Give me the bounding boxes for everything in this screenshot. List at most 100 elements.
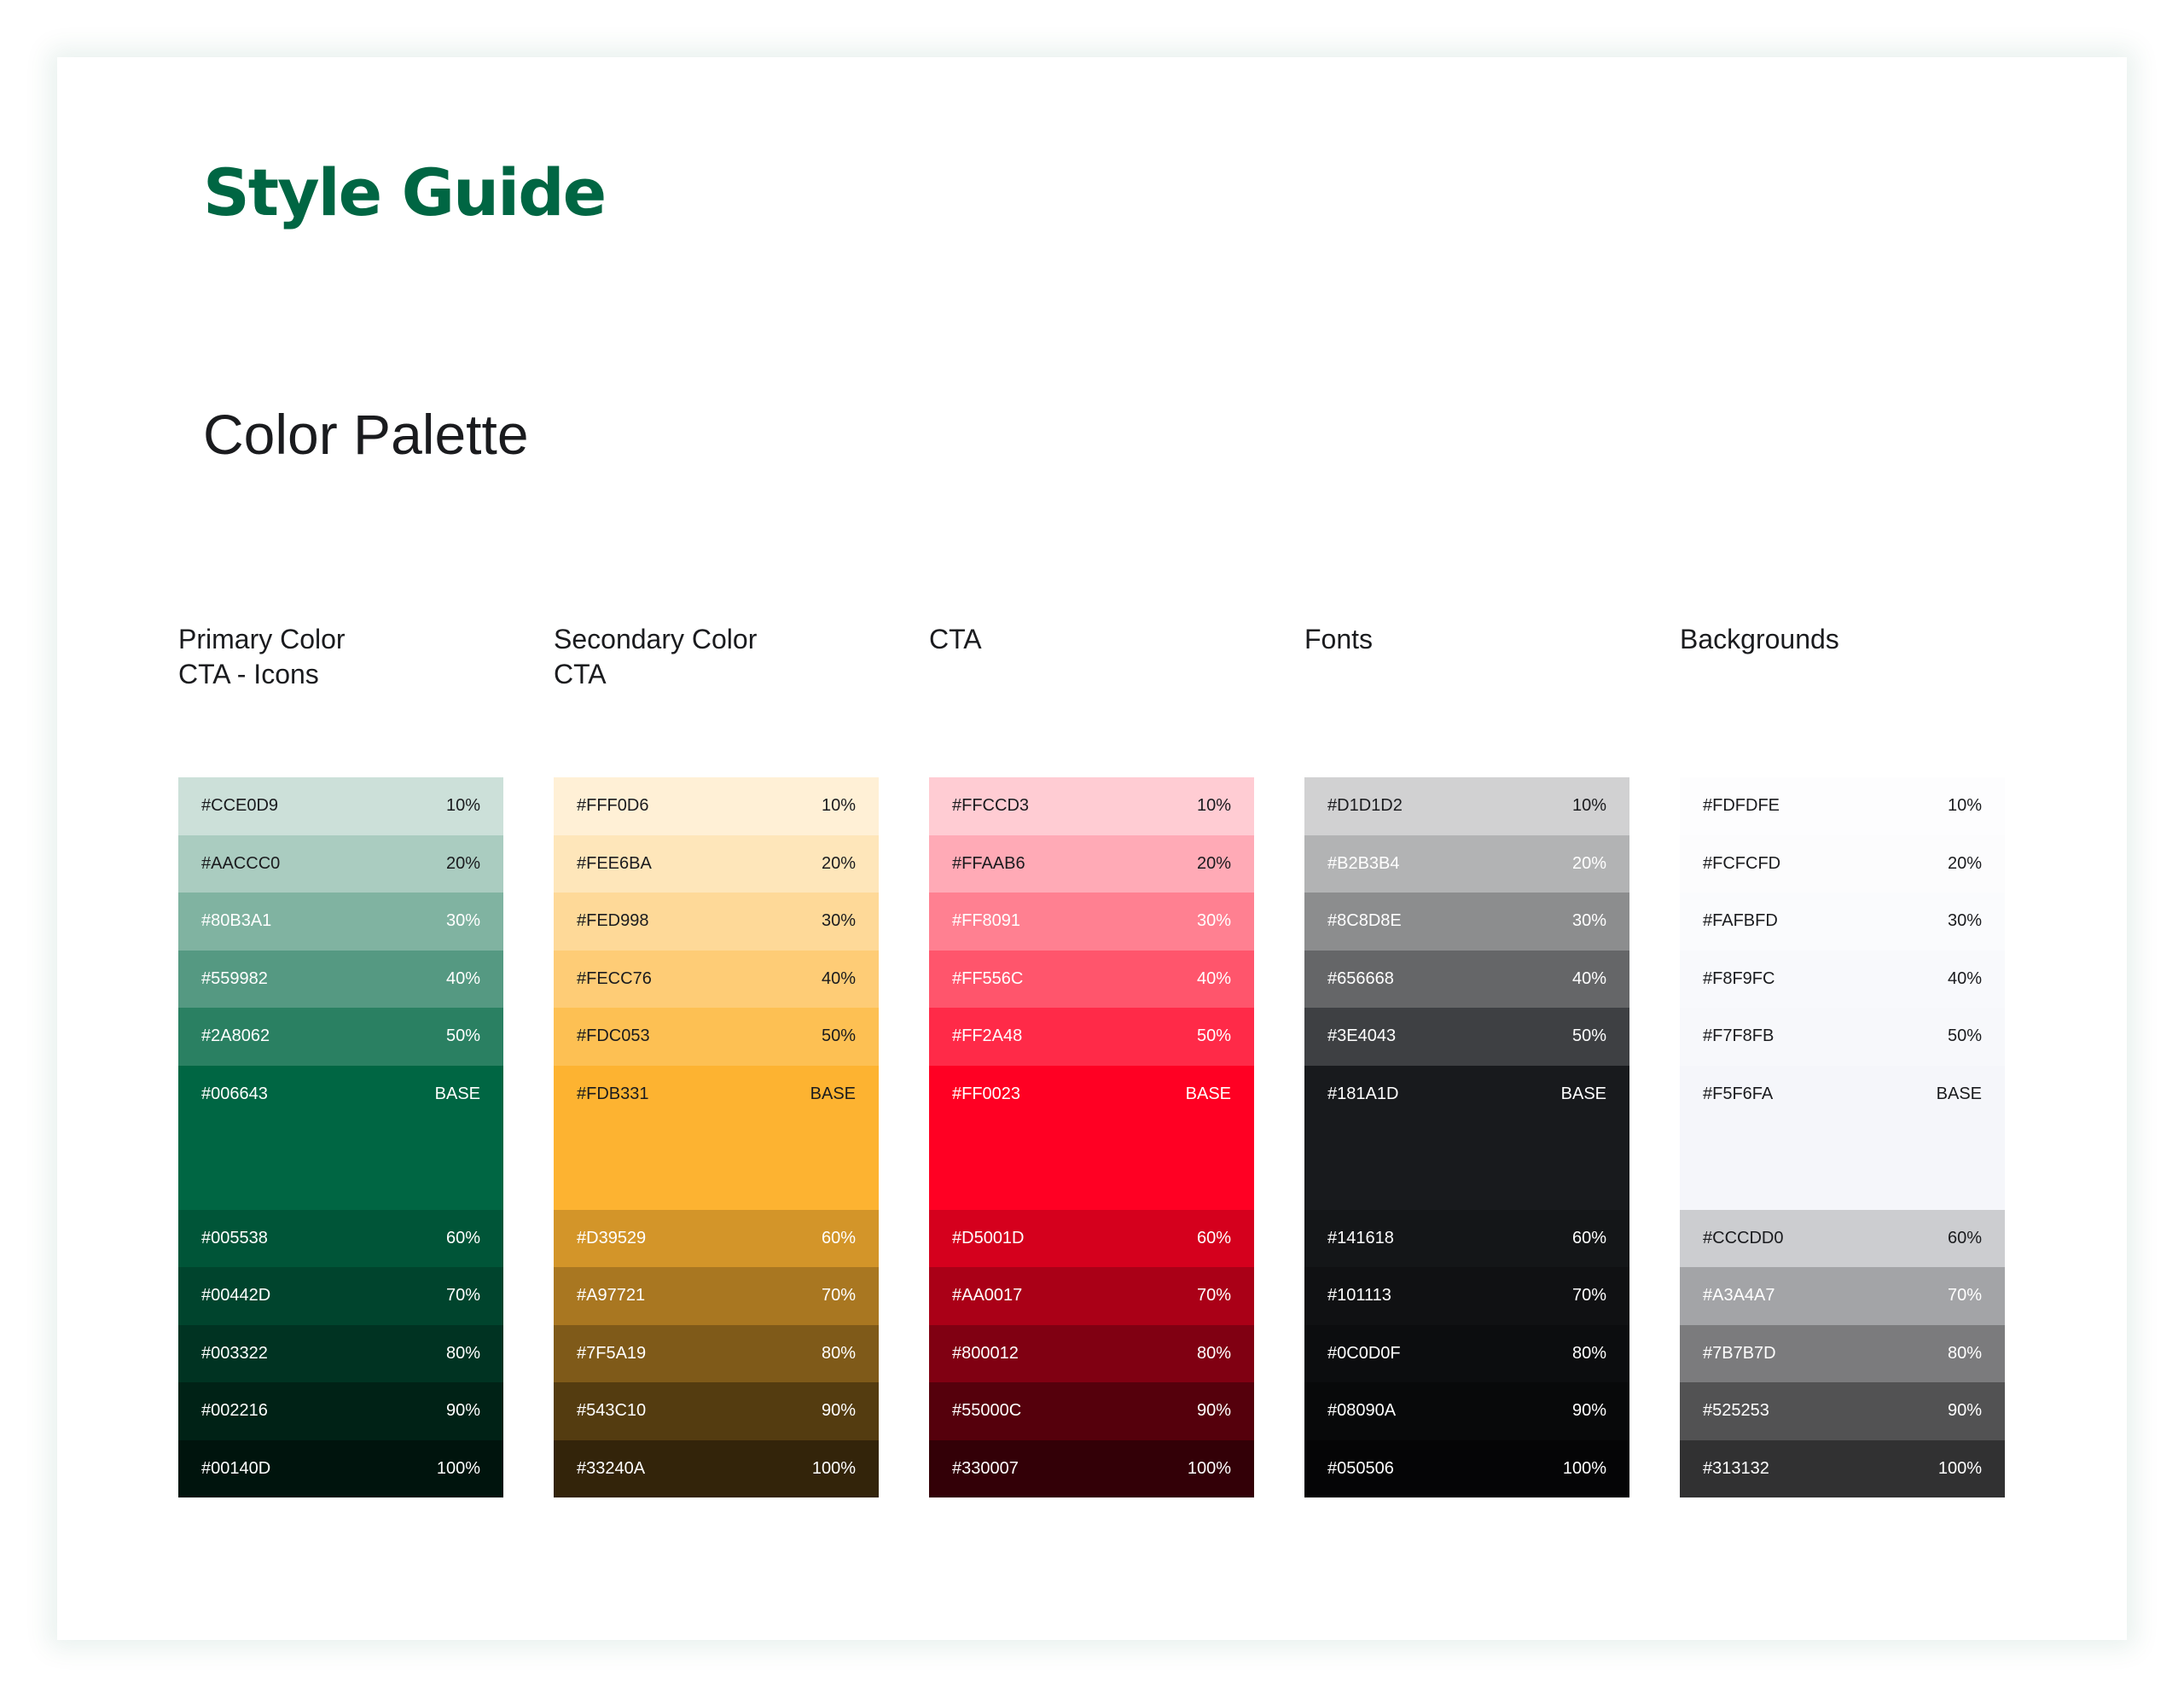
swatch: #FCFCFD 20% [1680, 834, 2005, 893]
swatch-label: BASE [434, 1084, 480, 1103]
swatch-base: #181A1D BASE [1304, 1065, 1629, 1210]
swatch: #F7F8FB 50% [1680, 1008, 2005, 1066]
swatch-list: #FFCCD3 10% #FFAAB6 20% #FF8091 30% #FF556C 40%… [929, 777, 1254, 1497]
swatch-hex: #AA0017 [952, 1286, 1023, 1305]
swatch: #543C10 90% [554, 1382, 879, 1440]
palette-heading: Fonts [1304, 622, 1629, 777]
swatch-label: BASE [1560, 1084, 1606, 1103]
swatch-label: 60% [821, 1228, 856, 1247]
swatch: #656668 40% [1304, 950, 1629, 1008]
swatch-hex: #00140D [201, 1458, 271, 1478]
swatch-hex: #F8F9FC [1703, 968, 1775, 988]
swatch-label: BASE [1936, 1084, 1982, 1103]
swatch: #AACCC0 20% [178, 834, 503, 893]
swatch-label: BASE [810, 1084, 856, 1103]
swatch: #FF2A48 50% [929, 1008, 1254, 1066]
swatch-label: 60% [445, 1228, 480, 1247]
swatch-label: 10% [821, 796, 856, 815]
swatch-list: #FDFDFE 10% #FCFCFD 20% #FAFBFD 30% #F8F9FC 40%… [1680, 777, 2005, 1497]
swatch: #FFCCD3 10% [929, 777, 1254, 835]
swatch-hex: #FED998 [577, 911, 649, 930]
swatch-label: 20% [1947, 853, 1982, 873]
swatch-hex: #CCE0D9 [201, 796, 279, 815]
swatch-label: 100% [1937, 1458, 1982, 1478]
swatch-hex: #050506 [1327, 1458, 1394, 1478]
swatch: #AA0017 70% [929, 1267, 1254, 1325]
palette-heading-line: Secondary Color [554, 624, 758, 654]
palette-heading-line: CTA [929, 624, 982, 654]
palette-secondary: Secondary Color CTA #FFF0D6 10% #FEE6BA 20%… [554, 622, 879, 1497]
palette-cta: CTA #FFCCD3 10% #FFAAB6 20% #FF8091 30% #FF556… [929, 622, 1254, 1497]
swatch-base: #F5F6FA BASE [1680, 1065, 2005, 1210]
palette-fonts: Fonts #D1D1D2 10% #B2B3B4 20% #8C8D8E 30% #656… [1304, 622, 1629, 1497]
swatch: #FFAAB6 20% [929, 834, 1254, 893]
swatch-hex: #08090A [1327, 1401, 1397, 1420]
swatch-hex: #F5F6FA [1703, 1084, 1774, 1103]
swatch-hex: #B2B3B4 [1327, 853, 1400, 873]
swatch-hex: #330007 [952, 1458, 1019, 1478]
swatch-hex: #800012 [952, 1343, 1019, 1363]
swatch-label: 60% [1571, 1228, 1606, 1247]
swatch-hex: #A97721 [577, 1286, 646, 1305]
palette-heading-line: CTA [554, 659, 607, 689]
swatch-label: 100% [811, 1458, 856, 1478]
swatch-hex: #FDC053 [577, 1026, 650, 1045]
swatch: #FDFDFE 10% [1680, 777, 2005, 835]
swatch-base: #006643 BASE [178, 1065, 503, 1210]
swatch-label: 80% [1947, 1343, 1982, 1363]
swatch: #D1D1D2 10% [1304, 777, 1629, 835]
palette-primary: Primary Color CTA - Icons #CCE0D9 10% #AAC… [178, 622, 503, 1497]
swatch-label: 90% [1947, 1401, 1982, 1420]
swatch: #B2B3B4 20% [1304, 834, 1629, 893]
swatch: #559982 40% [178, 950, 503, 1008]
swatch-hex: #FECC76 [577, 968, 652, 988]
swatch-hex: #FDB331 [577, 1084, 649, 1103]
swatch: #FECC76 40% [554, 950, 879, 1008]
swatch-hex: #55000C [952, 1401, 1022, 1420]
swatch: #33240A 100% [554, 1439, 879, 1497]
palette-heading-line: CTA - Icons [178, 659, 319, 689]
palette-heading-line: Primary Color [178, 624, 346, 654]
swatch: #313132 100% [1680, 1439, 2005, 1497]
swatch: #003322 80% [178, 1324, 503, 1382]
swatch: #55000C 90% [929, 1382, 1254, 1440]
swatch: #FF8091 30% [929, 893, 1254, 951]
swatch: #08090A 90% [1304, 1382, 1629, 1440]
swatch-label: 90% [445, 1401, 480, 1420]
swatch-label: 20% [1571, 853, 1606, 873]
swatch-label: 20% [1196, 853, 1231, 873]
swatch: #80B3A1 30% [178, 893, 503, 951]
swatch-label: BASE [1185, 1084, 1231, 1103]
swatch: #3E4043 50% [1304, 1008, 1629, 1066]
swatch-hex: #FF2A48 [952, 1026, 1023, 1045]
swatch-hex: #005538 [201, 1228, 268, 1247]
swatch-hex: #FF0023 [952, 1084, 1021, 1103]
swatch-hex: #002216 [201, 1401, 268, 1420]
swatch: #0C0D0F 80% [1304, 1324, 1629, 1382]
swatch: #800012 80% [929, 1324, 1254, 1382]
palette-heading: CTA [929, 622, 1254, 777]
swatch-hex: #33240A [577, 1458, 646, 1478]
swatch: #FFF0D6 10% [554, 777, 879, 835]
swatch-list: #D1D1D2 10% #B2B3B4 20% #8C8D8E 30% #656668 40%… [1304, 777, 1629, 1497]
swatch: #050506 100% [1304, 1439, 1629, 1497]
swatch-label: 70% [1571, 1286, 1606, 1305]
swatch-label: 40% [821, 968, 856, 988]
swatch-list: #CCE0D9 10% #AACCC0 20% #80B3A1 30% #559982 40%… [178, 777, 503, 1497]
swatch-label: 90% [821, 1401, 856, 1420]
palette-heading-line: Backgrounds [1680, 624, 1839, 654]
swatch-label: 30% [1196, 911, 1231, 930]
swatch-label: 60% [1196, 1228, 1231, 1247]
swatch-label: 70% [1947, 1286, 1982, 1305]
swatch-label: 100% [436, 1458, 480, 1478]
swatch-hex: #FCFCFD [1703, 853, 1781, 873]
swatch: #D39529 60% [554, 1209, 879, 1267]
palette-heading: Primary Color CTA - Icons [178, 622, 503, 777]
palette-heading-line: Fonts [1304, 624, 1374, 654]
swatch-hex: #0C0D0F [1327, 1343, 1401, 1363]
swatch-label: 50% [445, 1026, 480, 1045]
swatch: #7F5A19 80% [554, 1324, 879, 1382]
swatch: #002216 90% [178, 1382, 503, 1440]
swatch: #FAFBFD 30% [1680, 893, 2005, 951]
swatch-hex: #CCCDD0 [1703, 1228, 1784, 1247]
